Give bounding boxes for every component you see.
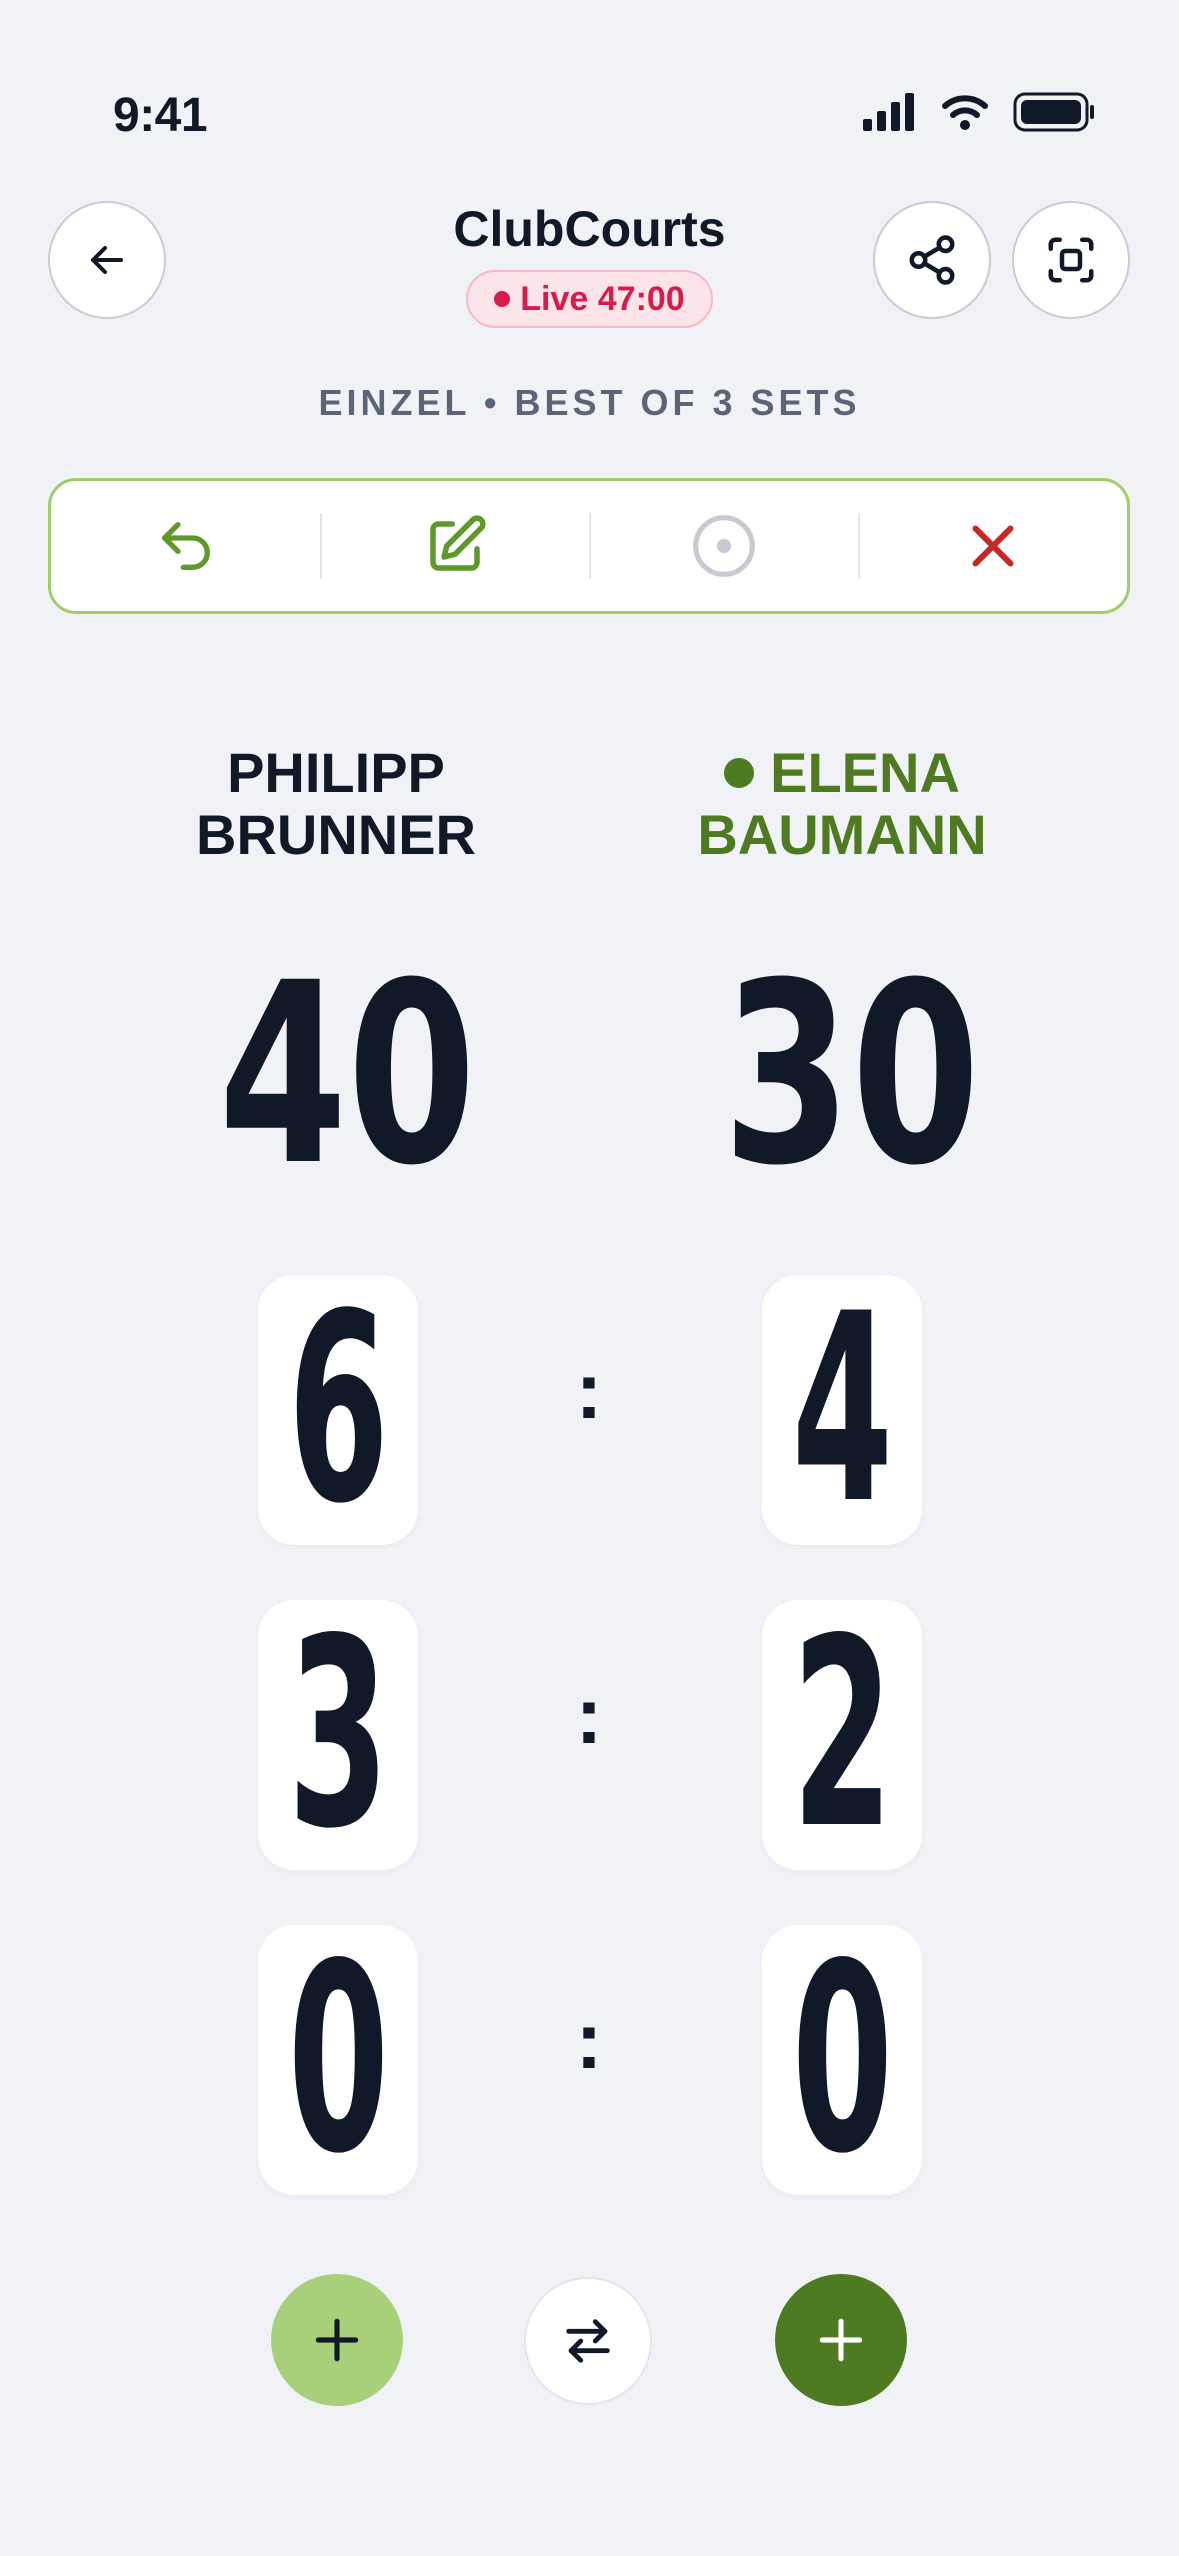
player-1-first-name: PHILIPP <box>227 741 445 804</box>
swap-icon <box>566 2319 610 2363</box>
set-1-player-1-score: 6 <box>258 1275 418 1545</box>
set-separator: : <box>575 1671 603 1760</box>
add-point-player-1-button[interactable] <box>271 2274 403 2406</box>
set-separator: : <box>575 1996 603 2085</box>
signal-icon <box>863 93 914 131</box>
set-1-player-2-score: 4 <box>762 1275 922 1545</box>
player-1-last-name: BRUNNER <box>196 803 476 866</box>
player-1-name: PHILIPP BRUNNER <box>126 742 546 866</box>
edit-button[interactable] <box>320 481 589 611</box>
target-icon <box>692 515 755 577</box>
set-separator: : <box>575 1346 603 1435</box>
share-button[interactable] <box>873 201 991 319</box>
player-1-points: 40 <box>218 929 477 1220</box>
edit-icon <box>429 515 486 571</box>
undo-button[interactable] <box>51 481 320 611</box>
wifi-icon <box>942 95 988 130</box>
player-2-points: 30 <box>722 929 981 1220</box>
live-dot-icon <box>494 291 511 307</box>
set-score: 6 <box>287 1275 389 1545</box>
player-2-name: ELENA BAUMANN <box>632 742 1052 866</box>
add-point-player-2-button[interactable] <box>775 2274 907 2406</box>
close-icon <box>972 525 1013 567</box>
plus-icon <box>315 2318 359 2362</box>
set-3-player-1-score: 0 <box>258 1925 418 2195</box>
set-score: 2 <box>791 1600 893 1870</box>
battery-icon <box>1013 92 1094 132</box>
status-time: 9:41 <box>113 89 208 142</box>
serve-indicator-icon <box>724 758 755 788</box>
set-score: 3 <box>287 1600 389 1870</box>
player-2-last-name: BAUMANN <box>697 803 987 866</box>
live-wrap: Live 47:00 <box>0 270 1179 328</box>
player-2-first-name: ELENA <box>770 741 960 804</box>
app-title: ClubCourts <box>453 201 726 257</box>
action-toolbar <box>48 478 1130 614</box>
live-badge: Live 47:00 <box>466 270 713 328</box>
serve-button[interactable] <box>589 481 858 611</box>
swap-sides-button[interactable] <box>524 2277 652 2405</box>
undo-icon <box>161 522 210 570</box>
scan-button[interactable] <box>1012 201 1130 319</box>
share-icon <box>909 235 955 285</box>
live-label: Live 47:00 <box>520 279 685 318</box>
set-score: 4 <box>791 1275 893 1545</box>
end-match-button[interactable] <box>858 481 1127 611</box>
set-score: 0 <box>791 1925 893 2195</box>
plus-icon <box>819 2318 863 2362</box>
set-3-player-2-score: 0 <box>762 1925 922 2195</box>
set-2-player-2-score: 2 <box>762 1600 922 1870</box>
status-icons <box>863 92 1095 132</box>
set-score: 0 <box>287 1925 389 2195</box>
set-2-player-1-score: 3 <box>258 1600 418 1870</box>
scan-icon <box>1048 237 1094 283</box>
match-format: EINZEL • BEST OF 3 SETS <box>318 382 861 423</box>
